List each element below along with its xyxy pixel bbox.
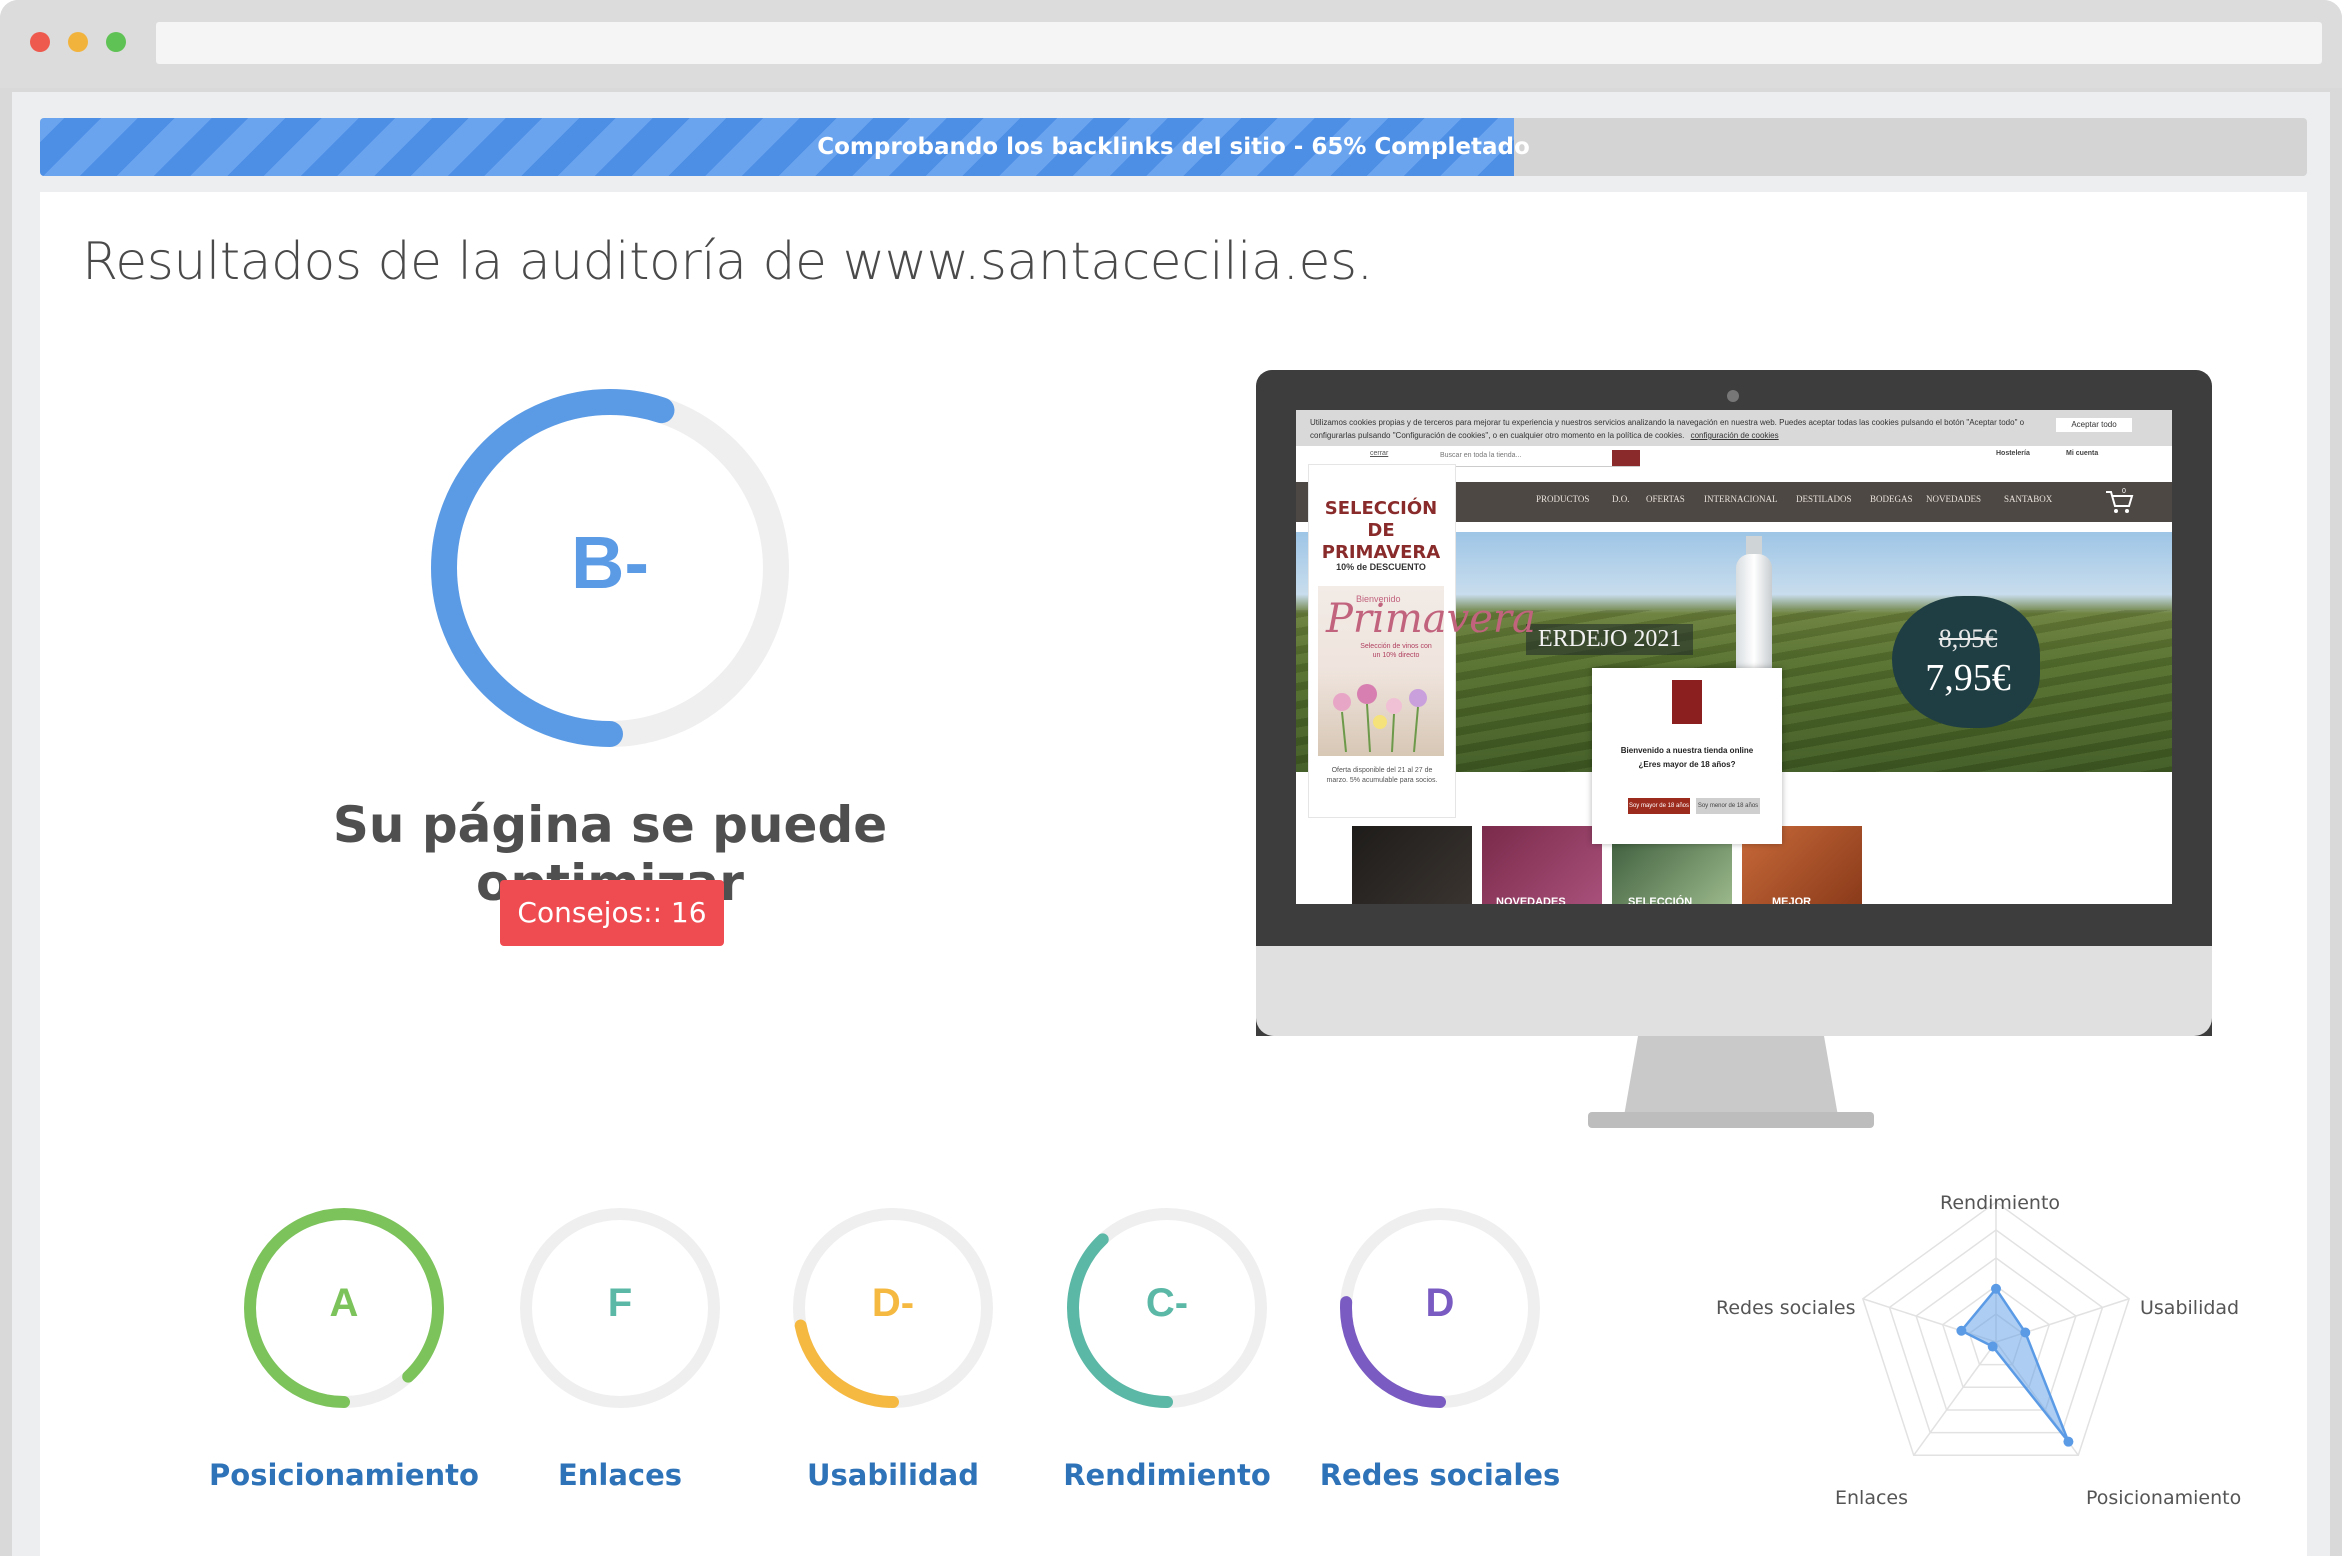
flowers-illustration: [1333, 684, 1427, 752]
category-label-rendimiento[interactable]: Rendimiento: [1017, 1458, 1317, 1492]
nav-ofertas[interactable]: OFERTAS: [1646, 494, 1685, 504]
grade-enlaces: F: [607, 1281, 633, 1325]
minimize-window-icon[interactable]: [68, 32, 88, 52]
monitor-stand: [1588, 1036, 1874, 1128]
grade-posicionamiento: A: [329, 1281, 359, 1325]
site-search-input[interactable]: Buscar en toda la tienda...: [1436, 452, 1640, 467]
account-link-hosteleria[interactable]: Hostelería: [1996, 450, 2030, 457]
overall-grade: B-: [570, 521, 650, 604]
age-modal-question: ¿Eres mayor de 18 años?: [1638, 760, 1736, 769]
grade-usabilidad: D-: [871, 1281, 915, 1325]
promo-discount: 10% de DESCUENTO: [1336, 562, 1426, 572]
price-old: 8,95€: [1938, 624, 1998, 653]
grade-redes-sociales: D: [1425, 1281, 1455, 1325]
promo-note: Selección de vinos con un 10% directo: [1360, 643, 1432, 659]
age-modal-welcome: Bienvenido a nuestra tienda online: [1620, 746, 1754, 755]
nav-novedades[interactable]: NOVEDADES: [1926, 494, 1981, 504]
age-no-button[interactable]: Soy menor de 18 años: [1696, 798, 1760, 814]
page-title: Resultados de la auditoría de www.santac…: [82, 232, 1373, 292]
category-label-posicionamiento[interactable]: Posicionamiento: [194, 1458, 494, 1492]
category-label-usabilidad[interactable]: Usabilidad: [743, 1458, 1043, 1492]
radar-chart: [1861, 1201, 2131, 1457]
grade-rendimiento: C-: [1145, 1281, 1189, 1325]
radar-label-usabilidad: Usabilidad: [2140, 1297, 2240, 1319]
progress-bar: Comprobando los backlinks del sitio - 65…: [40, 118, 2307, 176]
thumb-caption-3: SELECCIÓN: [1628, 896, 1693, 904]
radar-point-0[interactable]: [1991, 1283, 2001, 1294]
winery-logo: [1672, 680, 1702, 724]
site-search-button[interactable]: [1612, 450, 1640, 466]
product-thumb-1[interactable]: [1352, 826, 1472, 904]
price-new: 7,95€: [1925, 657, 2011, 699]
browser-titlebar: [0, 0, 2342, 88]
webcam-icon: [1727, 390, 1739, 402]
nav-do[interactable]: D.O.: [1612, 494, 1630, 504]
radar-label-redes-sociales: Redes sociales: [1716, 1297, 1856, 1319]
accept-cookies-button[interactable]: Aceptar todo: [2056, 418, 2132, 432]
radar-label-rendimiento: Rendimiento: [1940, 1192, 2061, 1214]
maximize-window-icon[interactable]: [106, 32, 126, 52]
radar-point-2[interactable]: [2063, 1436, 2074, 1447]
cookie-config-link[interactable]: configuración de cookies: [1691, 431, 1779, 440]
category-label-enlaces[interactable]: Enlaces: [470, 1458, 770, 1492]
site-screenshot: Utilizamos cookies propias y de terceros…: [1296, 410, 2172, 904]
close-window-icon[interactable]: [30, 32, 50, 52]
nav-internacional[interactable]: INTERNACIONAL: [1704, 494, 1778, 504]
thumb-caption-4: MEJOR: [1772, 896, 1812, 904]
cookie-banner: Utilizamos cookies propias y de terceros…: [1296, 410, 2172, 446]
radar-series-area: [1959, 1286, 2070, 1443]
nav-destilados[interactable]: DESTILADOS: [1796, 494, 1852, 504]
category-label-redes-sociales[interactable]: Redes sociales: [1290, 1458, 1590, 1492]
monitor-chin: [1256, 946, 2212, 1036]
radar-point-1[interactable]: [2020, 1327, 2031, 1338]
thumb-caption-2: NOVEDADES: [1496, 896, 1566, 904]
progress-text: Comprobando los backlinks del sitio - 65…: [817, 134, 1530, 160]
promo-close-link[interactable]: cerrar: [1370, 450, 1388, 457]
radar-point-3[interactable]: [1987, 1341, 1998, 1352]
cart-count: 0: [2122, 488, 2126, 495]
promo-footer: Oferta disponible del 21 al 27 de marzo.…: [1326, 767, 1438, 784]
promo-title: SELECCIÓN DE PRIMAVERA: [1321, 498, 1441, 563]
account-link-mi-cuenta[interactable]: Mi cuenta: [2066, 450, 2098, 457]
age-yes-button[interactable]: Soy mayor de 18 años: [1628, 798, 1690, 814]
tips-button[interactable]: Consejos:: 16: [500, 880, 724, 946]
radar-axis: [1913, 1341, 1997, 1456]
address-bar[interactable]: [156, 22, 2322, 64]
cookie-text: Utilizamos cookies propias y de terceros…: [1310, 418, 2025, 440]
age-modal-text: Bienvenido a nuestra tienda online ¿Eres…: [1596, 744, 1778, 772]
nav-productos[interactable]: PRODUCTOS: [1536, 494, 1589, 504]
product-thumb-2[interactable]: [1482, 826, 1602, 904]
nav-santabox[interactable]: SANTABOX: [2004, 494, 2052, 504]
radar-point-4[interactable]: [1956, 1325, 1967, 1336]
nav-bodegas[interactable]: BODEGAS: [1870, 494, 1913, 504]
cart-icon[interactable]: 0: [2104, 486, 2134, 516]
radar-label-posicionamiento: Posicionamiento: [2086, 1487, 2242, 1509]
promo-script: Primavera: [1326, 596, 1536, 642]
radar-label-enlaces: Enlaces: [1835, 1487, 1909, 1509]
hero-caption: ERDEJO 2021: [1526, 624, 1694, 655]
